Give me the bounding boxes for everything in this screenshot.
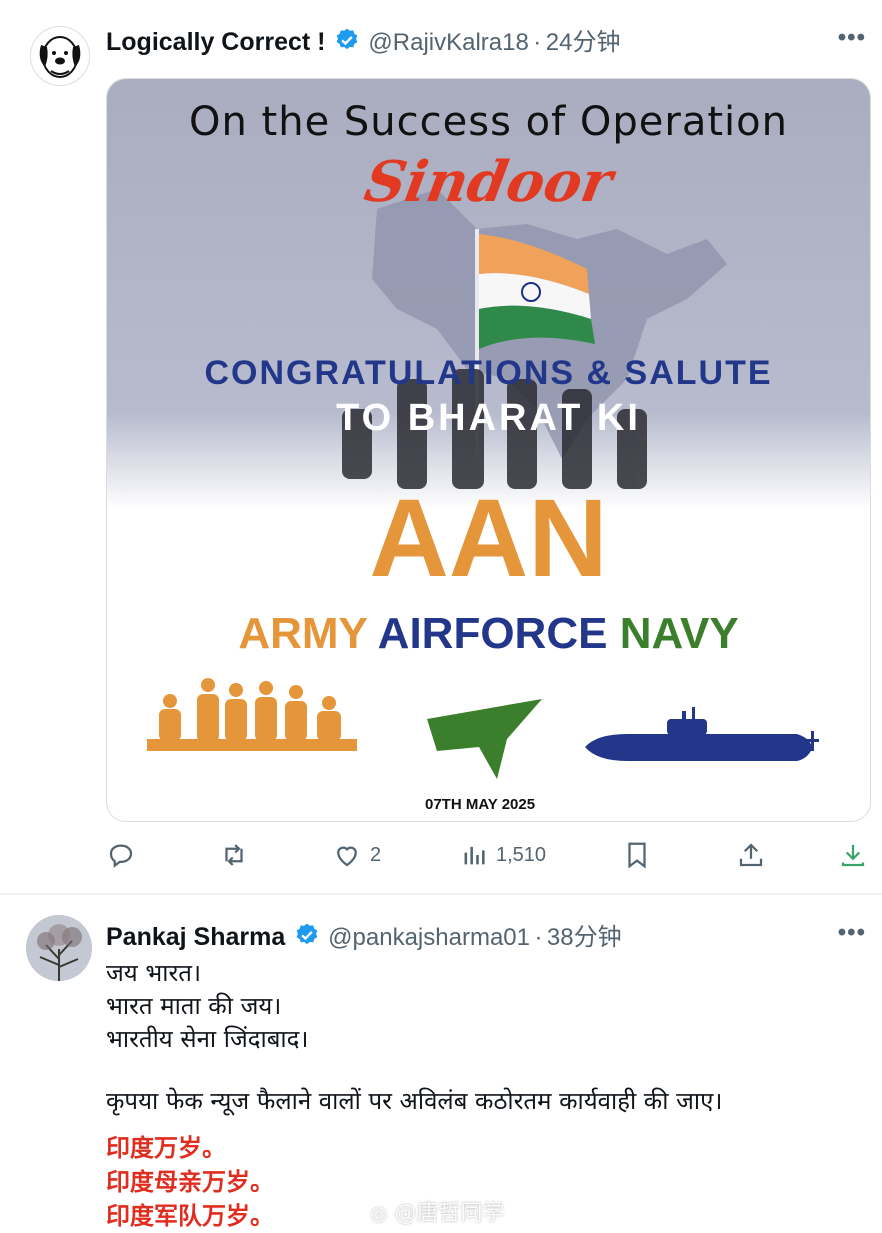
views-chart-icon xyxy=(464,846,485,865)
handle[interactable]: @pankajsharma01 xyxy=(328,924,530,951)
tweet-text-paragraph: कृपया फेक न्यूज फैलाने वालों पर अविलंब क… xyxy=(106,1087,723,1115)
poster-to-bharat: TO BHARAT KI xyxy=(336,397,641,439)
poster-date: 07TH MAY 2025 xyxy=(425,796,536,813)
poster-script-word: Sindoor xyxy=(359,149,618,215)
like-count: 2 xyxy=(370,843,382,866)
poster-aan: AAN xyxy=(369,477,608,600)
tweet-image[interactable]: On the Success of Operation Sindoor CONG… xyxy=(106,78,871,822)
separator-dot: · xyxy=(534,924,543,951)
action-bar: 2 1,510 xyxy=(106,840,866,880)
download-icon xyxy=(841,845,865,867)
weibo-logo-icon: ◎ xyxy=(370,1201,388,1225)
tweet-header: Pankaj Sharma @pankajsharma01 · 38分钟 xyxy=(106,917,622,952)
reply-icon xyxy=(109,844,133,868)
avatar[interactable] xyxy=(26,915,92,981)
tweet-text-line: जय भारत। xyxy=(106,959,202,987)
repost-button[interactable] xyxy=(218,840,250,870)
handle[interactable]: @RajivKalra18 xyxy=(368,29,528,56)
avatar[interactable] xyxy=(30,26,90,86)
verified-badge-icon xyxy=(296,923,318,945)
poster-airforce: AIRFORCE xyxy=(377,609,608,658)
more-options-button[interactable]: ••• xyxy=(838,919,866,947)
chinese-caption-line: 印度万岁。 xyxy=(106,1134,226,1162)
tweet-1[interactable]: Logically Correct ! @RajivKalra18 · 24分钟… xyxy=(0,0,882,893)
repost-icon xyxy=(225,844,243,866)
view-count: 1,510 xyxy=(496,843,547,866)
views-button[interactable]: 1,510 xyxy=(460,840,546,870)
timestamp[interactable]: 38分钟 xyxy=(547,924,622,951)
bookmark-button[interactable] xyxy=(622,840,652,870)
poster-branches: ARMY AIRFORCE NAVY xyxy=(107,609,870,659)
download-button[interactable] xyxy=(838,840,868,870)
heart-icon xyxy=(337,846,357,867)
bookmark-icon xyxy=(628,842,646,869)
tweet-text-line: भारतीय सेना जिंदाबाद। xyxy=(106,1025,309,1053)
verified-badge-icon xyxy=(336,28,358,50)
share-button[interactable] xyxy=(736,840,766,870)
poster-navy: NAVY xyxy=(619,609,739,658)
poster-army: ARMY xyxy=(238,609,368,658)
display-name[interactable]: Pankaj Sharma xyxy=(106,923,285,951)
poster-congrats: CONGRATULATIONS & SALUTE xyxy=(204,354,773,392)
weibo-watermark: ◎ @唐哲同学 xyxy=(370,1195,504,1227)
like-button[interactable]: 2 xyxy=(332,840,381,870)
share-icon xyxy=(739,843,763,867)
display-name[interactable]: Logically Correct ! xyxy=(106,28,326,56)
more-options-button[interactable]: ••• xyxy=(838,24,866,52)
tweet-header: Logically Correct ! @RajivKalra18 · 24分钟 xyxy=(106,22,620,57)
timestamp[interactable]: 24分钟 xyxy=(546,29,621,56)
watermark-text: @唐哲同学 xyxy=(394,1201,505,1226)
tree-avatar-icon xyxy=(26,915,92,981)
tweet-text-line: भारत माता की जय। xyxy=(106,992,282,1020)
chinese-caption-line: 印度母亲万岁。 xyxy=(106,1168,274,1196)
tweet-2[interactable]: Pankaj Sharma @pankajsharma01 · 38分钟 •••… xyxy=(0,895,882,1230)
poster-headline: On the Success of Operation xyxy=(189,99,788,145)
reply-button[interactable] xyxy=(106,840,136,870)
snoopy-avatar-icon xyxy=(39,36,81,78)
separator-dot: · xyxy=(533,29,542,56)
